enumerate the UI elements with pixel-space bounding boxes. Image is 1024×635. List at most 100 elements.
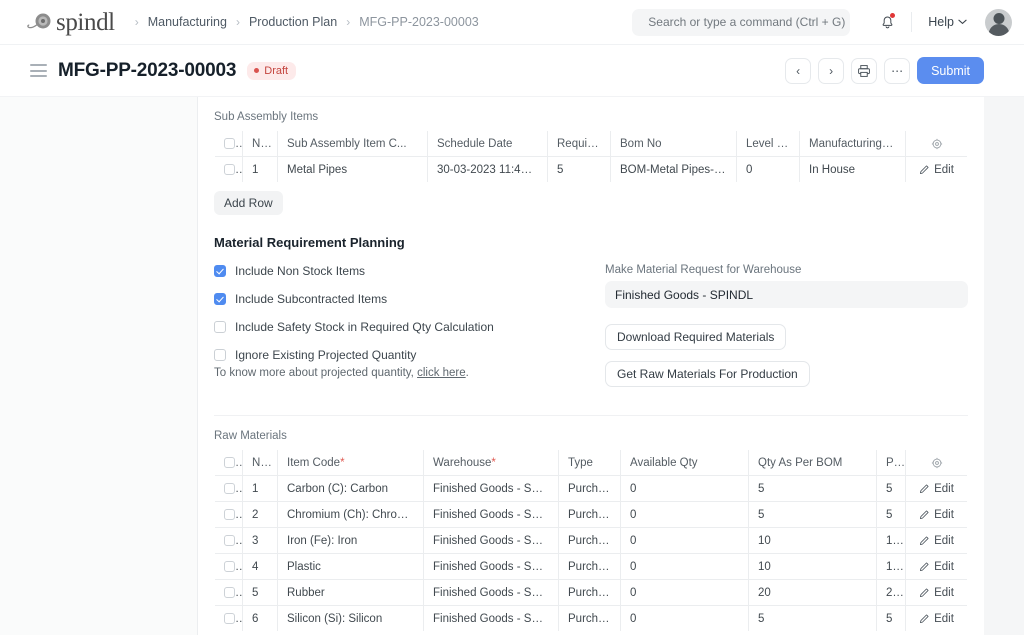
cell-manufacturing-type[interactable]: In House	[800, 157, 906, 183]
cell-edit[interactable]: Edit	[906, 476, 968, 502]
help-menu-button[interactable]: Help	[923, 12, 972, 32]
row-checkbox[interactable]	[224, 164, 235, 175]
row-select-cell[interactable]	[215, 528, 243, 554]
cell-type[interactable]: Purchase	[559, 502, 621, 528]
cell-available-qty[interactable]: 0	[621, 606, 749, 632]
cell-qty-as-per-bom[interactable]: 20	[749, 580, 877, 606]
cell-edit[interactable]: Edit	[906, 157, 968, 183]
cell-edit[interactable]: Edit	[906, 580, 968, 606]
click-here-link[interactable]: click here	[417, 367, 466, 379]
checkbox-row-include-safety-stock[interactable]: Include Safety Stock in Required Qty Cal…	[214, 320, 579, 334]
warehouse-select-field[interactable]: Finished Goods - SPINDL	[605, 281, 968, 308]
table-row[interactable]: 6 Silicon (Si): Silicon Finished Goods -…	[215, 606, 968, 632]
cell-sub-assembly-item-code[interactable]: Metal Pipes	[278, 157, 428, 183]
include-safety-stock-checkbox[interactable]	[214, 321, 226, 333]
edit-row-button[interactable]: Edit	[915, 554, 958, 579]
table-row[interactable]: 4 Plastic Finished Goods - SPINDL Purcha…	[215, 554, 968, 580]
table-row[interactable]: 1 Metal Pipes 30-03-2023 11:44:18 5 BOM-…	[215, 157, 968, 183]
notifications-button[interactable]	[874, 9, 900, 35]
select-all-checkbox[interactable]	[224, 457, 235, 468]
row-checkbox[interactable]	[224, 613, 235, 624]
column-settings-header[interactable]	[906, 131, 968, 157]
cell-edit[interactable]: Edit	[906, 502, 968, 528]
include-subcontracted-items-checkbox[interactable]	[214, 293, 226, 305]
cell-edit[interactable]: Edit	[906, 554, 968, 580]
cell-type[interactable]: Purchase	[559, 476, 621, 502]
cell-item-code[interactable]: Rubber	[278, 580, 424, 606]
breadcrumb-item-current-doc[interactable]: MFG-PP-2023-00003	[358, 13, 480, 31]
row-checkbox[interactable]	[224, 587, 235, 598]
row-select-cell[interactable]	[215, 157, 243, 183]
cell-available-qty[interactable]: 0	[621, 554, 749, 580]
get-raw-materials-for-production-button[interactable]: Get Raw Materials For Production	[605, 361, 810, 387]
row-checkbox[interactable]	[224, 509, 235, 520]
table-row[interactable]: 1 Carbon (C): Carbon Finished Goods - SP…	[215, 476, 968, 502]
cell-level-bom[interactable]: 0	[737, 157, 800, 183]
select-all-header[interactable]	[215, 450, 243, 476]
cell-available-qty[interactable]: 0	[621, 580, 749, 606]
more-options-button[interactable]: ⋯	[884, 58, 910, 84]
cell-schedule-date[interactable]: 30-03-2023 11:44:18	[428, 157, 548, 183]
table-row[interactable]: 3 Iron (Fe): Iron Finished Goods - SPIND…	[215, 528, 968, 554]
cell-qty-as-per-bom[interactable]: 5	[749, 502, 877, 528]
breadcrumb-item-production-plan[interactable]: Production Plan	[248, 13, 338, 31]
cell-item-code[interactable]: Plastic	[278, 554, 424, 580]
submit-button[interactable]: Submit	[917, 57, 984, 84]
table-row[interactable]: 5 Rubber Finished Goods - SPINDL Purchas…	[215, 580, 968, 606]
cell-type[interactable]: Purchase	[559, 606, 621, 632]
breadcrumb-item-manufacturing[interactable]: Manufacturing	[147, 13, 228, 31]
cell-edit[interactable]: Edit	[906, 606, 968, 632]
edit-row-button[interactable]: Edit	[915, 502, 958, 527]
cell-type[interactable]: Purchase	[559, 580, 621, 606]
download-required-materials-button[interactable]: Download Required Materials	[605, 324, 786, 350]
edit-row-button[interactable]: Edit	[915, 157, 958, 182]
print-button[interactable]	[851, 58, 877, 84]
search-input[interactable]: Search or type a command (Ctrl + G)	[632, 9, 850, 36]
add-row-sub-assembly-button[interactable]: Add Row	[214, 191, 283, 215]
cell-qty-as-per-bom[interactable]: 10	[749, 528, 877, 554]
cell-plan-to[interactable]: 10	[877, 554, 906, 580]
checkbox-row-include-non-stock-items[interactable]: Include Non Stock Items	[214, 264, 579, 278]
edit-row-button[interactable]: Edit	[915, 528, 958, 553]
edit-row-button[interactable]: Edit	[915, 476, 958, 501]
cell-warehouse[interactable]: Finished Goods - SPINDL	[424, 554, 559, 580]
cell-plan-to[interactable]: 10	[877, 528, 906, 554]
row-select-cell[interactable]	[215, 580, 243, 606]
select-all-header[interactable]	[215, 131, 243, 157]
sidebar-toggle-icon[interactable]	[30, 64, 47, 77]
next-document-button[interactable]: ›	[818, 58, 844, 84]
row-checkbox[interactable]	[224, 561, 235, 572]
cell-warehouse[interactable]: Finished Goods - SPINDL	[424, 580, 559, 606]
row-select-cell[interactable]	[215, 554, 243, 580]
cell-available-qty[interactable]: 0	[621, 502, 749, 528]
edit-row-button[interactable]: Edit	[915, 580, 958, 605]
select-all-checkbox[interactable]	[224, 138, 235, 149]
cell-qty-as-per-bom[interactable]: 5	[749, 606, 877, 632]
cell-plan-to[interactable]: 20	[877, 580, 906, 606]
include-non-stock-items-checkbox[interactable]	[214, 265, 226, 277]
brand-logo[interactable]: spindl	[26, 10, 115, 35]
avatar[interactable]	[985, 9, 1012, 36]
cell-warehouse[interactable]: Finished Goods - SPINDL	[424, 528, 559, 554]
ignore-existing-projected-quantity-checkbox[interactable]	[214, 349, 226, 361]
cell-required-qty[interactable]: 5	[548, 157, 611, 183]
cell-item-code[interactable]: Chromium (Ch): Chrom...	[278, 502, 424, 528]
row-checkbox[interactable]	[224, 535, 235, 546]
cell-type[interactable]: Purchase	[559, 528, 621, 554]
cell-available-qty[interactable]: 0	[621, 476, 749, 502]
cell-available-qty[interactable]: 0	[621, 528, 749, 554]
column-settings-header[interactable]	[906, 450, 968, 476]
checkbox-row-include-subcontracted-items[interactable]: Include Subcontracted Items	[214, 292, 579, 306]
cell-type[interactable]: Purchase	[559, 554, 621, 580]
cell-item-code[interactable]: Iron (Fe): Iron	[278, 528, 424, 554]
row-select-cell[interactable]	[215, 476, 243, 502]
cell-item-code[interactable]: Silicon (Si): Silicon	[278, 606, 424, 632]
cell-plan-to[interactable]: 5	[877, 476, 906, 502]
edit-row-button[interactable]: Edit	[915, 606, 958, 631]
cell-bom-no[interactable]: BOM-Metal Pipes-001	[611, 157, 737, 183]
table-row[interactable]: 2 Chromium (Ch): Chrom... Finished Goods…	[215, 502, 968, 528]
row-select-cell[interactable]	[215, 502, 243, 528]
row-checkbox[interactable]	[224, 483, 235, 494]
cell-item-code[interactable]: Carbon (C): Carbon	[278, 476, 424, 502]
cell-qty-as-per-bom[interactable]: 5	[749, 476, 877, 502]
